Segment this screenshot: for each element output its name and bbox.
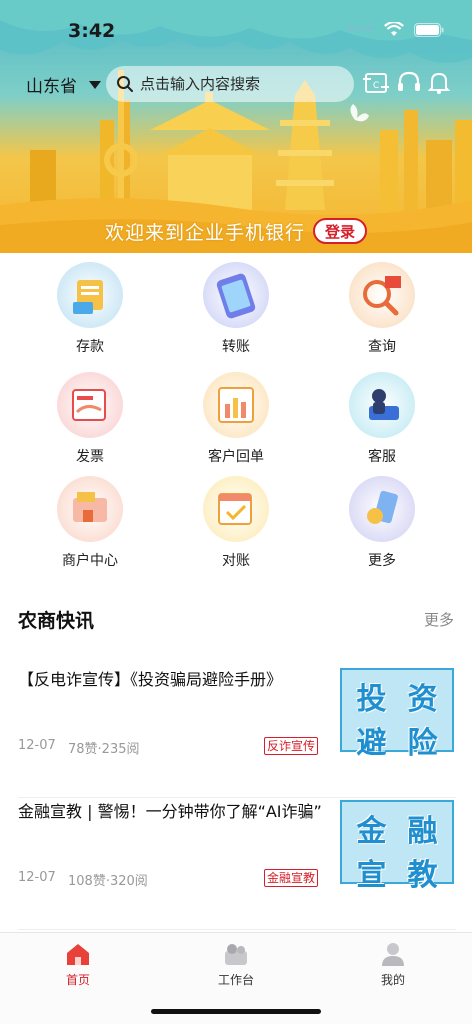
tab-label: 我的 xyxy=(380,973,405,987)
grid-item-customer-service[interactable]: 客服 xyxy=(312,372,452,466)
province-selector[interactable]: 山东省 xyxy=(26,72,101,97)
thumb-char: 教 xyxy=(407,858,438,893)
grid-label: 商户中心 xyxy=(62,553,118,569)
search-bar[interactable] xyxy=(106,66,354,102)
profile-icon xyxy=(382,943,404,966)
invoice-icon xyxy=(57,372,123,438)
welcome-row: 欢迎来到企业手机银行 登录 xyxy=(0,216,472,246)
search-icon xyxy=(117,76,133,92)
province-label: 山东省 xyxy=(26,77,77,97)
more-icon xyxy=(349,476,415,542)
svg-text:C: C xyxy=(373,81,379,91)
grid-label: 客服 xyxy=(368,449,396,465)
article-thumbnail: 投 资 避 险 xyxy=(340,668,454,761)
grid-label: 更多 xyxy=(368,553,396,569)
transfer-icon xyxy=(203,262,269,328)
thumb-char: 避 xyxy=(356,726,387,761)
home-icon xyxy=(67,944,89,965)
article-title: 金融宣教 | 警惕！一分钟带你了解“AI诈骗” xyxy=(18,802,322,821)
deposit-icon xyxy=(57,262,123,328)
workbench-icon xyxy=(225,944,247,965)
tab-label: 首页 xyxy=(65,973,90,987)
grid-label: 转账 xyxy=(222,339,250,355)
news-section-title: 农商快讯 xyxy=(18,610,95,632)
grid-label: 客户回单 xyxy=(208,449,264,465)
grid-item-query[interactable]: 查询 xyxy=(312,262,452,356)
grid-item-more[interactable]: 更多 xyxy=(312,476,452,570)
bell-icon[interactable] xyxy=(428,70,450,96)
header-banner: 3:42 •••• 山东省 C 欢迎来到企业手机银行 登录 xyxy=(0,0,472,253)
status-icons: •••• xyxy=(346,22,444,37)
grid-label: 发票 xyxy=(76,449,104,465)
grid-item-receipt[interactable]: 客户回单 xyxy=(166,372,306,466)
receipt-icon xyxy=(203,372,269,438)
article-date: 12-07 xyxy=(18,738,56,753)
tab-label: 工作台 xyxy=(217,973,254,987)
status-bar: 3:42 •••• xyxy=(0,0,472,60)
article-tag: 反诈宣传 xyxy=(264,737,319,755)
grid-item-invoice[interactable]: 发票 xyxy=(20,372,160,466)
status-time: 3:42 xyxy=(68,20,116,42)
grid-label: 存款 xyxy=(76,339,104,355)
grid-item-transfer[interactable]: 转账 xyxy=(166,262,306,356)
grid-label: 查询 xyxy=(368,339,396,355)
exchange-icon[interactable]: C xyxy=(362,70,390,96)
query-icon xyxy=(349,262,415,328)
welcome-text: 欢迎来到企业手机银行 xyxy=(104,221,305,244)
grid-item-reconcile[interactable]: 对账 xyxy=(166,476,306,570)
wifi-icon xyxy=(384,22,404,37)
login-button[interactable]: 登录 xyxy=(313,218,368,244)
cellular-signal-icon: •••• xyxy=(346,24,374,35)
grid-item-merchant-center[interactable]: 商户中心 xyxy=(20,476,160,570)
thumb-char: 金 xyxy=(356,814,387,849)
thumb-char: 融 xyxy=(407,814,438,849)
tab-workbench[interactable]: 工作台 xyxy=(186,941,286,988)
grid-item-deposit[interactable]: 存款 xyxy=(20,262,160,356)
battery-icon xyxy=(414,22,444,37)
search-input[interactable] xyxy=(140,75,340,93)
news-more-link[interactable]: 更多 xyxy=(424,609,454,630)
article-stats: 78赞·235阅 xyxy=(68,742,140,757)
article-tag: 金融宣教 xyxy=(264,869,319,887)
thumb-char: 宣 xyxy=(356,858,387,893)
tab-profile[interactable]: 我的 xyxy=(343,941,443,988)
article-stats: 108赞·320阅 xyxy=(68,874,148,889)
headset-icon[interactable] xyxy=(396,70,422,96)
thumb-char: 险 xyxy=(407,726,438,761)
customer-service-icon xyxy=(349,372,415,438)
caret-down-icon xyxy=(89,80,101,89)
news-header: 农商快讯 更多 xyxy=(0,600,472,636)
reconcile-icon xyxy=(203,476,269,542)
top-navigation: 山东省 C xyxy=(0,64,472,104)
thumb-char: 投 xyxy=(356,682,387,717)
news-article[interactable]: 金融宣教 | 警惕！一分钟带你了解“AI诈骗” 12-07 108赞·320阅 … xyxy=(18,800,456,930)
article-thumbnail: 金 融 宣 教 xyxy=(340,800,454,893)
thumb-char: 资 xyxy=(407,682,438,717)
merchant-center-icon xyxy=(57,476,123,542)
article-date: 12-07 xyxy=(18,870,56,885)
grid-label: 对账 xyxy=(222,553,250,569)
home-indicator xyxy=(151,1009,321,1014)
tab-home[interactable]: 首页 xyxy=(28,941,128,988)
news-article[interactable]: 【反电诈宣传】《投资骗局避险手册》 12-07 78赞·235阅 反诈宣传 投 … xyxy=(18,668,456,798)
article-title: 【反电诈宣传】《投资骗局避险手册》 xyxy=(18,670,283,689)
